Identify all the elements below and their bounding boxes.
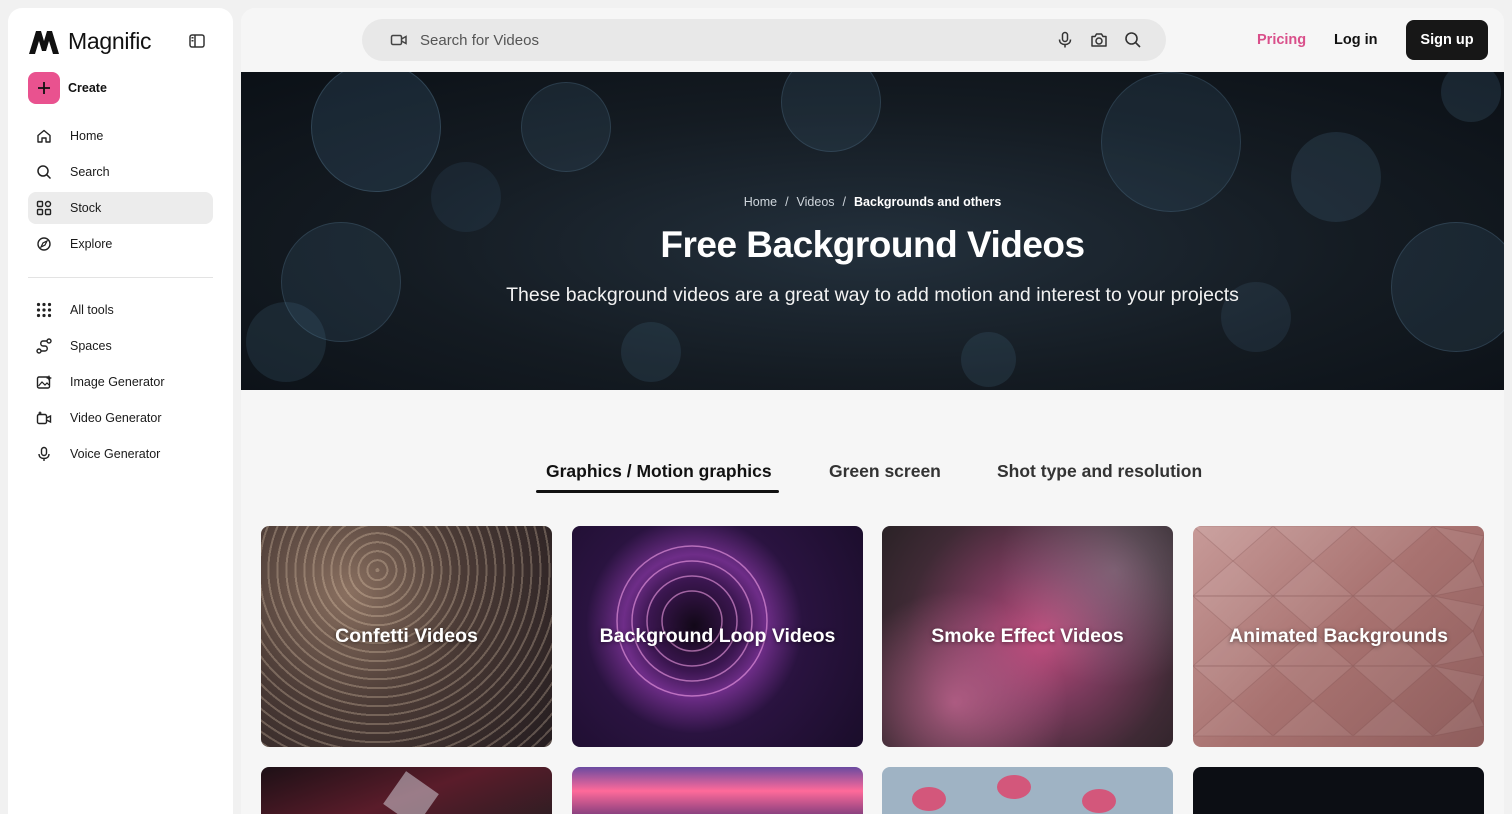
tab-green-screen[interactable]: Green screen — [829, 461, 941, 482]
bokeh-decoration — [781, 72, 881, 152]
card-label: Animated Backgrounds — [1229, 625, 1448, 647]
spaces-icon — [36, 338, 52, 354]
top-bar: Search for Videos Pricing Log in Sign up — [241, 8, 1504, 72]
image-generator-icon — [36, 374, 52, 390]
logo[interactable]: Magnific — [28, 28, 152, 55]
sidebar-item-label: Voice Generator — [70, 447, 161, 461]
sidebar-item-video-generator[interactable]: Video Generator — [28, 402, 213, 434]
card-image — [383, 771, 439, 814]
sidebar-item-spaces[interactable]: Spaces — [28, 330, 213, 362]
signup-button[interactable]: Sign up — [1406, 20, 1488, 60]
card-thumbnail[interactable] — [882, 767, 1173, 814]
sidebar-item-voice-generator[interactable]: Voice Generator — [28, 438, 213, 470]
sidebar-collapse-icon[interactable] — [188, 32, 206, 50]
apps-grid-icon — [36, 302, 52, 318]
create-button[interactable]: Create — [28, 72, 107, 104]
sidebar-divider — [28, 277, 213, 278]
sidebar-item-image-generator[interactable]: Image Generator — [28, 366, 213, 398]
tab-graphics-motion[interactable]: Graphics / Motion graphics — [546, 461, 772, 482]
card-image — [1082, 789, 1116, 813]
create-plus-icon — [28, 72, 60, 104]
bokeh-decoration — [311, 72, 441, 192]
active-tab-indicator — [536, 490, 779, 493]
card-thumbnail[interactable] — [261, 767, 552, 814]
card-confetti[interactable]: Confetti Videos — [261, 526, 552, 747]
login-link[interactable]: Log in — [1334, 32, 1378, 48]
breadcrumb-videos[interactable]: Videos — [797, 195, 835, 209]
search-submit-icon[interactable] — [1124, 31, 1142, 49]
hero-banner: Home / Videos / Backgrounds and others Free … — [241, 72, 1504, 390]
sidebar-item-all-tools[interactable]: All tools — [28, 294, 213, 326]
video-generator-icon — [36, 410, 52, 426]
bokeh-decoration — [246, 302, 326, 382]
card-smoke-effect[interactable]: Smoke Effect Videos — [882, 526, 1173, 747]
card-thumbnail[interactable] — [1193, 767, 1484, 814]
camera-search-icon[interactable] — [1090, 31, 1108, 49]
sidebar-item-stock[interactable]: Stock — [28, 192, 213, 224]
video-camera-icon — [390, 34, 407, 46]
sidebar-item-label: Home — [70, 129, 104, 143]
sidebar-item-search[interactable]: Search — [28, 156, 213, 188]
category-tabs: Graphics / Motion graphics Green screen … — [241, 461, 1504, 501]
sidebar-item-explore[interactable]: Explore — [28, 228, 213, 260]
bokeh-decoration — [1441, 72, 1501, 122]
card-label: Background Loop Videos — [599, 625, 836, 647]
breadcrumb-separator: / — [842, 195, 847, 209]
sidebar-item-label: Stock — [70, 201, 102, 215]
microphone-icon — [36, 446, 52, 462]
create-label: Create — [68, 81, 107, 95]
tools-nav: All tools Spaces Image Generator Video G… — [28, 294, 213, 474]
voice-search-icon[interactable] — [1056, 31, 1074, 49]
sidebar-item-label: Image Generator — [70, 375, 165, 389]
home-icon — [36, 128, 52, 144]
brand-name: Magnific — [68, 28, 152, 54]
breadcrumb: Home / Videos / Backgrounds and others — [241, 195, 1504, 209]
bokeh-decoration — [1101, 72, 1241, 212]
pricing-link[interactable]: Pricing — [1257, 32, 1306, 48]
bokeh-decoration — [961, 332, 1016, 387]
sidebar-item-label: Video Generator — [70, 411, 162, 425]
bokeh-decoration — [621, 322, 681, 382]
breadcrumb-home[interactable]: Home — [744, 195, 777, 209]
sidebar-item-label: All tools — [70, 303, 114, 317]
card-image — [912, 787, 946, 811]
sidebar-item-label: Explore — [70, 237, 113, 251]
bokeh-decoration — [521, 82, 611, 172]
sidebar-item-label: Spaces — [70, 339, 112, 353]
sidebar-item-label: Search — [70, 165, 110, 179]
page-subtitle: These background videos are a great way … — [506, 284, 1239, 306]
magnific-logo-icon — [29, 30, 59, 54]
search-input[interactable]: Search for Videos — [420, 32, 1056, 49]
card-image — [997, 775, 1031, 799]
card-label: Smoke Effect Videos — [931, 625, 1124, 647]
search-icon — [36, 164, 52, 180]
primary-nav: Home Search Stock Explore — [28, 120, 213, 264]
tab-shot-type[interactable]: Shot type and resolution — [997, 461, 1202, 482]
card-thumbnail[interactable] — [572, 767, 863, 814]
stock-grid-icon — [36, 200, 52, 216]
search-bar[interactable]: Search for Videos — [362, 19, 1166, 61]
sidebar: Magnific Create Home Search Stock Explor… — [8, 8, 233, 814]
card-background-loop[interactable]: Background Loop Videos — [572, 526, 863, 747]
breadcrumb-current: Backgrounds and others — [854, 195, 1002, 209]
main-content: Search for Videos Pricing Log in Sign up… — [241, 8, 1504, 814]
sidebar-item-home[interactable]: Home — [28, 120, 213, 152]
card-animated-backgrounds[interactable]: Animated Backgrounds — [1193, 526, 1484, 747]
breadcrumb-separator: / — [785, 195, 789, 209]
explore-compass-icon — [36, 236, 52, 252]
card-label: Confetti Videos — [335, 625, 478, 647]
page-title: Free Background Videos — [660, 224, 1085, 265]
